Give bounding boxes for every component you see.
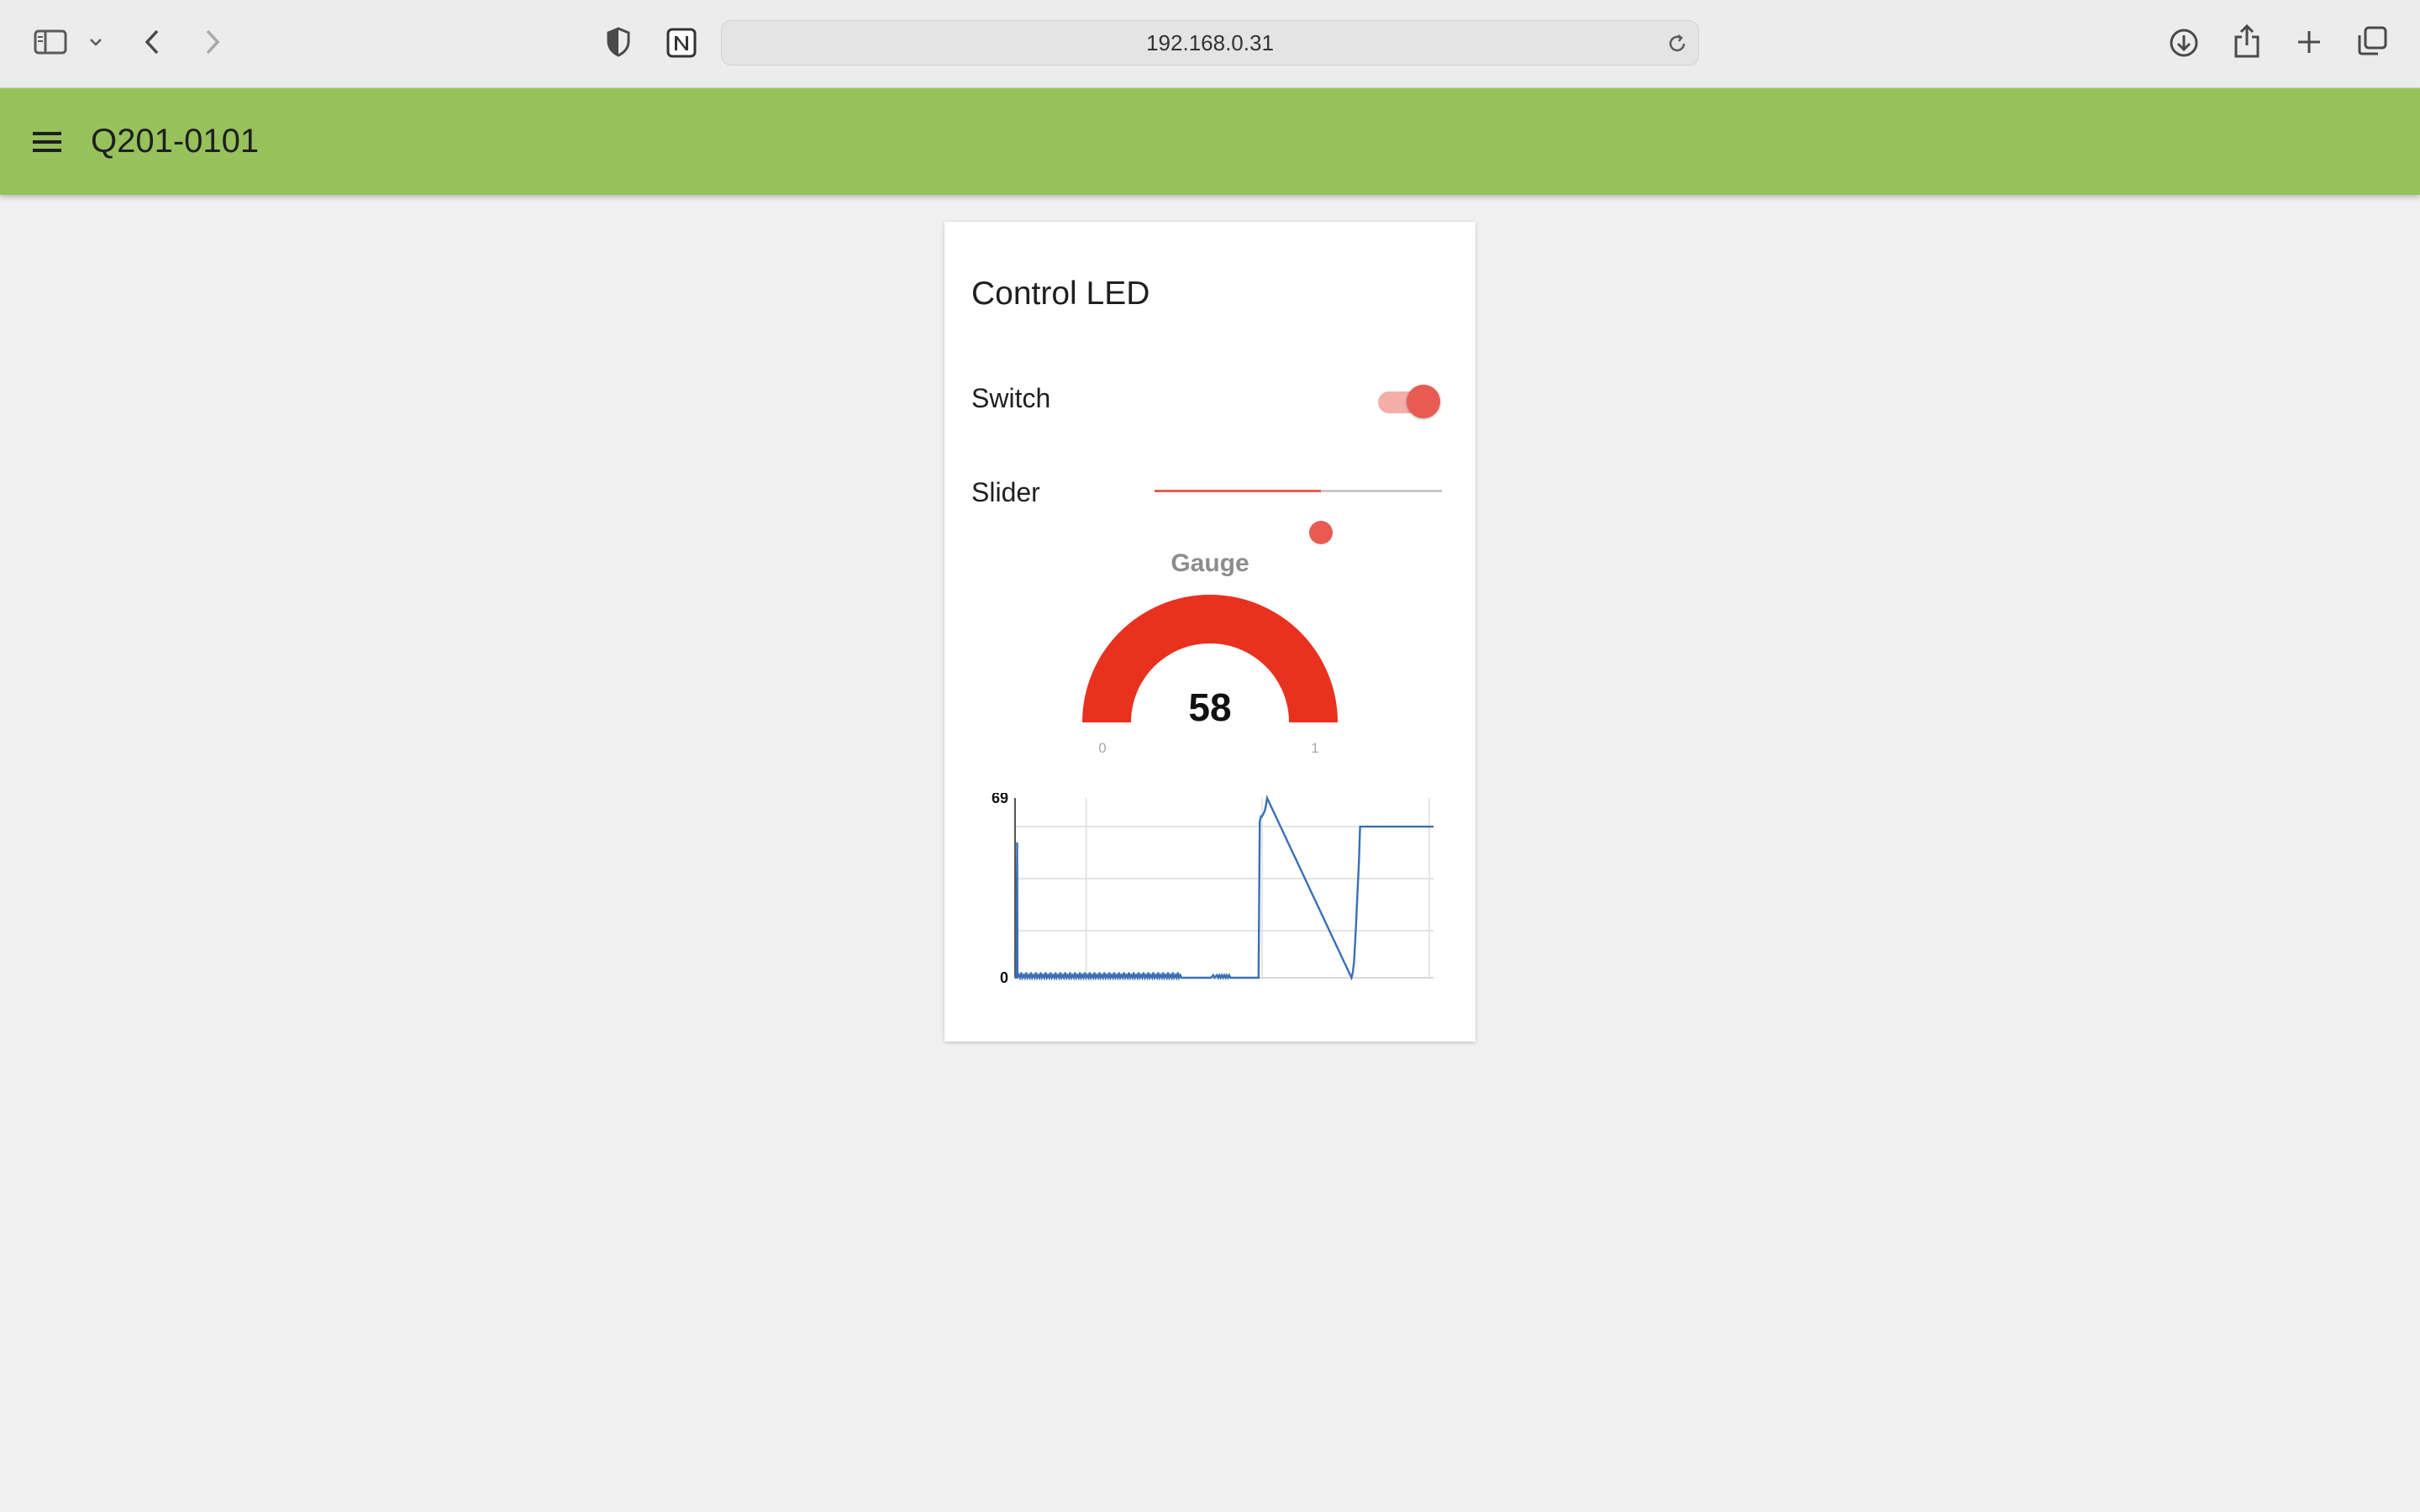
- new-tab-icon[interactable]: [2292, 25, 2326, 59]
- control-led-card: Control LED Switch Slider Gauge 58 0 1 6…: [944, 222, 1476, 1042]
- chevron-down-icon[interactable]: [86, 30, 106, 54]
- y-tick-label-max: 69: [992, 793, 1008, 806]
- gauge-max-label: 1: [1311, 740, 1318, 756]
- browser-toolbar: 192.168.0.31: [0, 0, 2420, 88]
- switch-thumb: [1407, 385, 1440, 418]
- gauge: 58 0 1: [1082, 595, 1338, 756]
- sidebar-toggle-icon[interactable]: [32, 25, 69, 59]
- chart-series-line: [1015, 794, 1434, 981]
- reload-icon[interactable]: [1665, 31, 1690, 56]
- chart-grid: [1015, 798, 1434, 978]
- address-bar[interactable]: 192.168.0.31: [721, 20, 1699, 66]
- gauge-value: 58: [1188, 685, 1231, 729]
- app-title: Q201-0101: [91, 123, 260, 160]
- privacy-shield-icon[interactable]: [603, 25, 634, 59]
- switch-label: Switch: [971, 383, 1051, 413]
- downloads-icon[interactable]: [2166, 25, 2202, 60]
- line-chart: 69 0: [992, 793, 1434, 986]
- slider-fill: [1155, 490, 1321, 492]
- led-switch[interactable]: [1375, 381, 1442, 422]
- gauge-min-label: 0: [1098, 740, 1106, 756]
- led-slider[interactable]: [1155, 474, 1444, 544]
- gauge-title: Gauge: [1171, 549, 1249, 577]
- chart-axes: [1014, 798, 1434, 979]
- slider-label: Slider: [971, 477, 1040, 507]
- slider-thumb[interactable]: [1309, 521, 1333, 544]
- menu-icon[interactable]: [29, 125, 66, 159]
- tab-overview-icon[interactable]: [2354, 24, 2390, 59]
- share-icon[interactable]: [2230, 22, 2264, 60]
- card-title: Control LED: [971, 276, 1150, 312]
- notion-extension-icon[interactable]: [664, 25, 699, 60]
- address-bar-url: 192.168.0.31: [1146, 30, 1274, 55]
- app-header: Q201-0101: [0, 88, 2420, 195]
- forward-icon[interactable]: [198, 25, 227, 59]
- y-tick-label-min: 0: [1000, 969, 1008, 986]
- back-icon[interactable]: [138, 25, 166, 59]
